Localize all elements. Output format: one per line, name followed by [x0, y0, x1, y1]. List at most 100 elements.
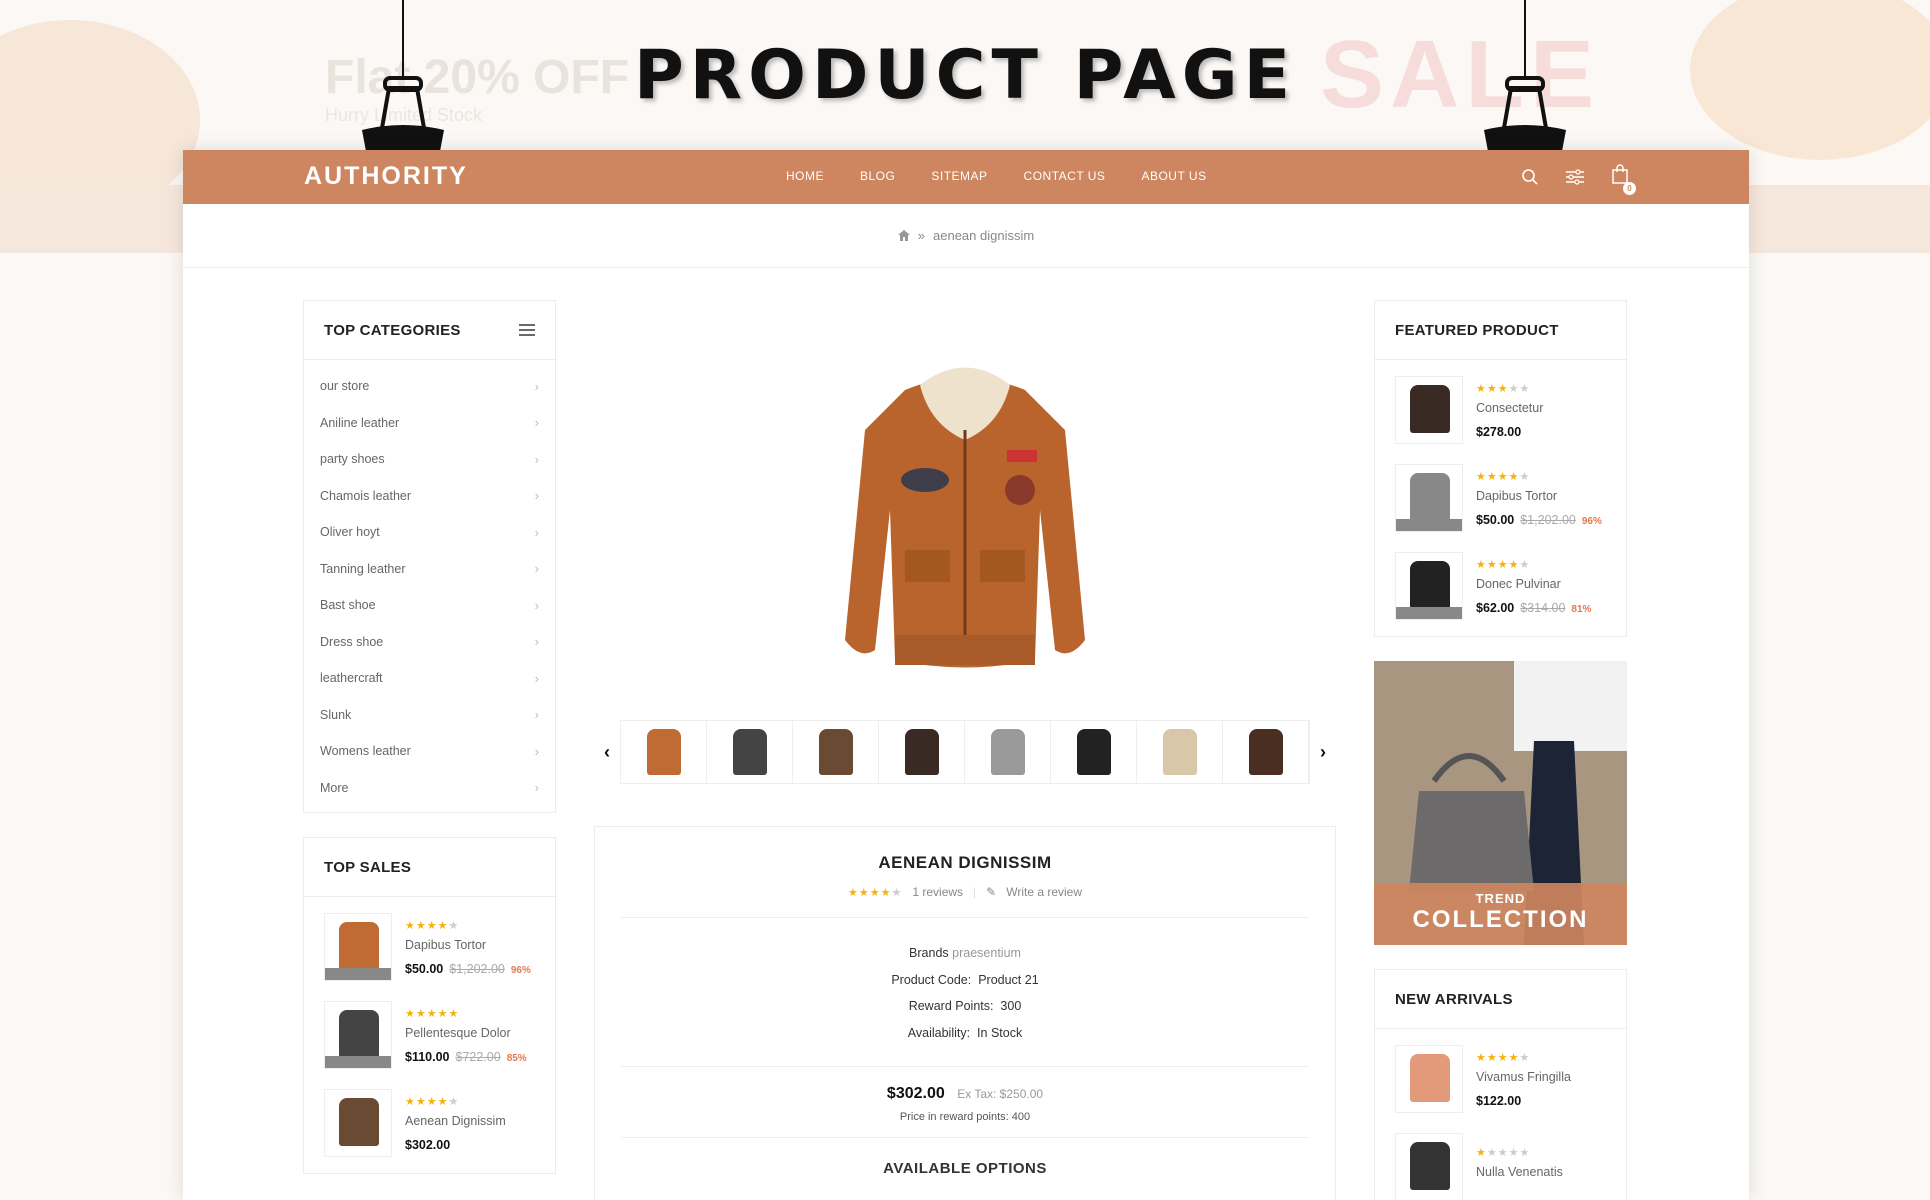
product-thumbnail[interactable]	[1395, 1133, 1463, 1200]
trend-band: TREND COLLECTION	[1374, 883, 1627, 945]
availability-label: Availability:	[907, 1025, 971, 1040]
product-main: ‹ › AENEAN DIGNISSIM ★★★★★ 1 reviews | ✎…	[594, 300, 1336, 1200]
product-card[interactable]: ★★★★★ Vivamus Fringilla $122.00	[1375, 1035, 1626, 1123]
product-card[interactable]: ★★★★★ Donec Pulvinar $62.00 $314.00 81%	[1375, 542, 1626, 630]
featured-list: ★★★★★ Consectetur $278.00 ★★★★★ Dapibus Tort…	[1375, 360, 1626, 636]
gallery-thumbnail[interactable]	[1223, 721, 1309, 783]
product-card[interactable]: ★★★★★ Aenean Dignissim $302.00	[304, 1079, 555, 1167]
top-sales-list: ★★★★★ Dapibus Tortor $50.00 $1,202.00 96% ★★★…	[304, 897, 555, 1173]
menu-contact-us[interactable]: CONTACT US	[1024, 169, 1106, 183]
category-item[interactable]: Oliver hoyt ›	[304, 514, 555, 551]
product-name[interactable]: Dapibus Tortor	[1476, 489, 1602, 503]
category-item[interactable]: our store ›	[304, 368, 555, 405]
aviator-jacket-image	[818, 729, 853, 775]
product-thumbnail[interactable]	[324, 1001, 392, 1069]
gallery-thumbnail[interactable]	[621, 721, 707, 783]
gallery-thumbnail[interactable]	[1137, 721, 1223, 783]
product-info: ★★★★★ Dapibus Tortor $50.00 $1,202.00 96%	[1476, 470, 1602, 527]
main-menu: HOME BLOG SITEMAP CONTACT US ABOUT US	[786, 169, 1207, 183]
gallery-thumbnail[interactable]	[793, 721, 879, 783]
category-label: Oliver hoyt	[320, 525, 380, 540]
trend-collection-banner[interactable]: TREND COLLECTION	[1374, 661, 1627, 945]
product-name[interactable]: Dapibus Tortor	[405, 938, 531, 952]
product-name[interactable]: Nulla Venenatis	[1476, 1165, 1563, 1179]
product-name[interactable]: Consectetur	[1476, 401, 1543, 415]
price-current: $278.00	[1476, 424, 1522, 439]
black-suitcase-image	[732, 729, 767, 775]
brand-link[interactable]: praesentium	[952, 946, 1021, 960]
product-name[interactable]: Vivamus Fringilla	[1476, 1070, 1571, 1084]
write-review-link[interactable]: Write a review	[1006, 885, 1082, 899]
category-item[interactable]: Womens leather ›	[304, 733, 555, 770]
chevron-right-icon: ›	[534, 488, 539, 504]
star-icon: ★	[1508, 1146, 1520, 1159]
category-label: Dress shoe	[320, 634, 384, 649]
main-product-image[interactable]	[594, 300, 1336, 720]
chevron-right-icon: ›	[534, 780, 539, 796]
menu-home[interactable]: HOME	[786, 169, 824, 183]
product-card[interactable]: ★★★★★ Nulla Venenatis	[1375, 1123, 1626, 1200]
discount-percent: 96%	[1581, 515, 1602, 527]
product-name[interactable]: Aenean Dignissim	[405, 1114, 506, 1128]
price-block: $302.00 Ex Tax: $250.00 Price in reward …	[621, 1067, 1309, 1138]
ex-tax-price: Ex Tax: $250.00	[957, 1087, 1044, 1101]
prev-arrow-icon[interactable]: ‹	[594, 742, 620, 763]
star-icon: ★	[1497, 470, 1509, 483]
reviews-link[interactable]: 1 reviews	[912, 885, 963, 899]
gallery-thumbnail[interactable]	[1051, 721, 1137, 783]
price-old: $1,202.00	[449, 961, 505, 976]
product-thumbnail[interactable]	[1395, 552, 1463, 620]
cart-button[interactable]: 0	[1611, 164, 1636, 195]
product-thumbnail[interactable]	[1395, 376, 1463, 444]
next-arrow-icon[interactable]: ›	[1310, 742, 1336, 763]
breadcrumb-current[interactable]: aenean dignissim	[933, 228, 1034, 243]
product-card[interactable]: ★★★★★ Dapibus Tortor $50.00 $1,202.00 96%	[1375, 454, 1626, 542]
hamburger-menu-icon[interactable]	[519, 324, 535, 336]
chevron-right-icon: ›	[534, 561, 539, 577]
hover-bar	[1396, 607, 1462, 619]
search-icon[interactable]	[1521, 168, 1539, 186]
star-icon: ★	[1519, 470, 1531, 483]
settings-sliders-icon[interactable]	[1565, 168, 1585, 186]
product-thumbnail[interactable]	[1395, 464, 1463, 532]
thumbnail-strip	[620, 720, 1310, 784]
category-item[interactable]: Slunk ›	[304, 697, 555, 734]
category-item[interactable]: Tanning leather ›	[304, 551, 555, 588]
star-icon: ★	[1476, 558, 1487, 571]
star-icon: ★	[405, 1007, 416, 1020]
star-icon: ★	[1497, 382, 1509, 395]
product-thumbnail[interactable]	[324, 913, 392, 981]
product-thumbnail[interactable]	[324, 1089, 392, 1157]
category-item[interactable]: Aniline leather ›	[304, 405, 555, 442]
menu-sitemap[interactable]: SITEMAP	[931, 169, 987, 183]
star-icon: ★	[426, 1095, 438, 1108]
category-item[interactable]: Chamois leather ›	[304, 478, 555, 515]
gallery-thumbnail[interactable]	[707, 721, 793, 783]
store-logo[interactable]: AUTHORITY	[304, 162, 468, 191]
menu-about-us[interactable]: ABOUT US	[1141, 169, 1206, 183]
product-name[interactable]: Donec Pulvinar	[1476, 577, 1591, 591]
category-label: party shoes	[320, 452, 385, 467]
price-current: $110.00	[405, 1049, 450, 1064]
category-item[interactable]: leathercraft ›	[304, 660, 555, 697]
product-thumbnail[interactable]	[1395, 1045, 1463, 1113]
home-icon[interactable]	[897, 230, 910, 241]
gallery-thumbnail[interactable]	[879, 721, 965, 783]
dark-brown-jacket-image	[1248, 729, 1283, 775]
category-item[interactable]: party shoes ›	[304, 441, 555, 478]
category-item[interactable]: Dress shoe ›	[304, 624, 555, 661]
discount-percent: 81%	[1571, 603, 1592, 615]
collection-label: COLLECTION	[1412, 906, 1589, 933]
menu-blog[interactable]: BLOG	[860, 169, 895, 183]
product-price: $278.00	[1476, 425, 1543, 439]
product-card[interactable]: ★★★★★ Dapibus Tortor $50.00 $1,202.00 96%	[304, 903, 555, 991]
product-card[interactable]: ★★★★★ Consectetur $278.00	[1375, 366, 1626, 454]
category-item[interactable]: More ›	[304, 770, 555, 807]
product-card[interactable]: ★★★★★ Pellentesque Dolor $110.00 $722.00 85%	[304, 991, 555, 1079]
gallery-thumbnail[interactable]	[965, 721, 1051, 783]
left-sidebar: TOP CATEGORIES our store › Aniline leather…	[303, 300, 556, 1198]
available-options-title: AVAILABLE OPTIONS	[883, 1160, 1047, 1177]
page-title: PRODUCT PAGE	[633, 36, 1297, 115]
product-name[interactable]: Pellentesque Dolor	[405, 1026, 527, 1040]
category-item[interactable]: Bast shoe ›	[304, 587, 555, 624]
